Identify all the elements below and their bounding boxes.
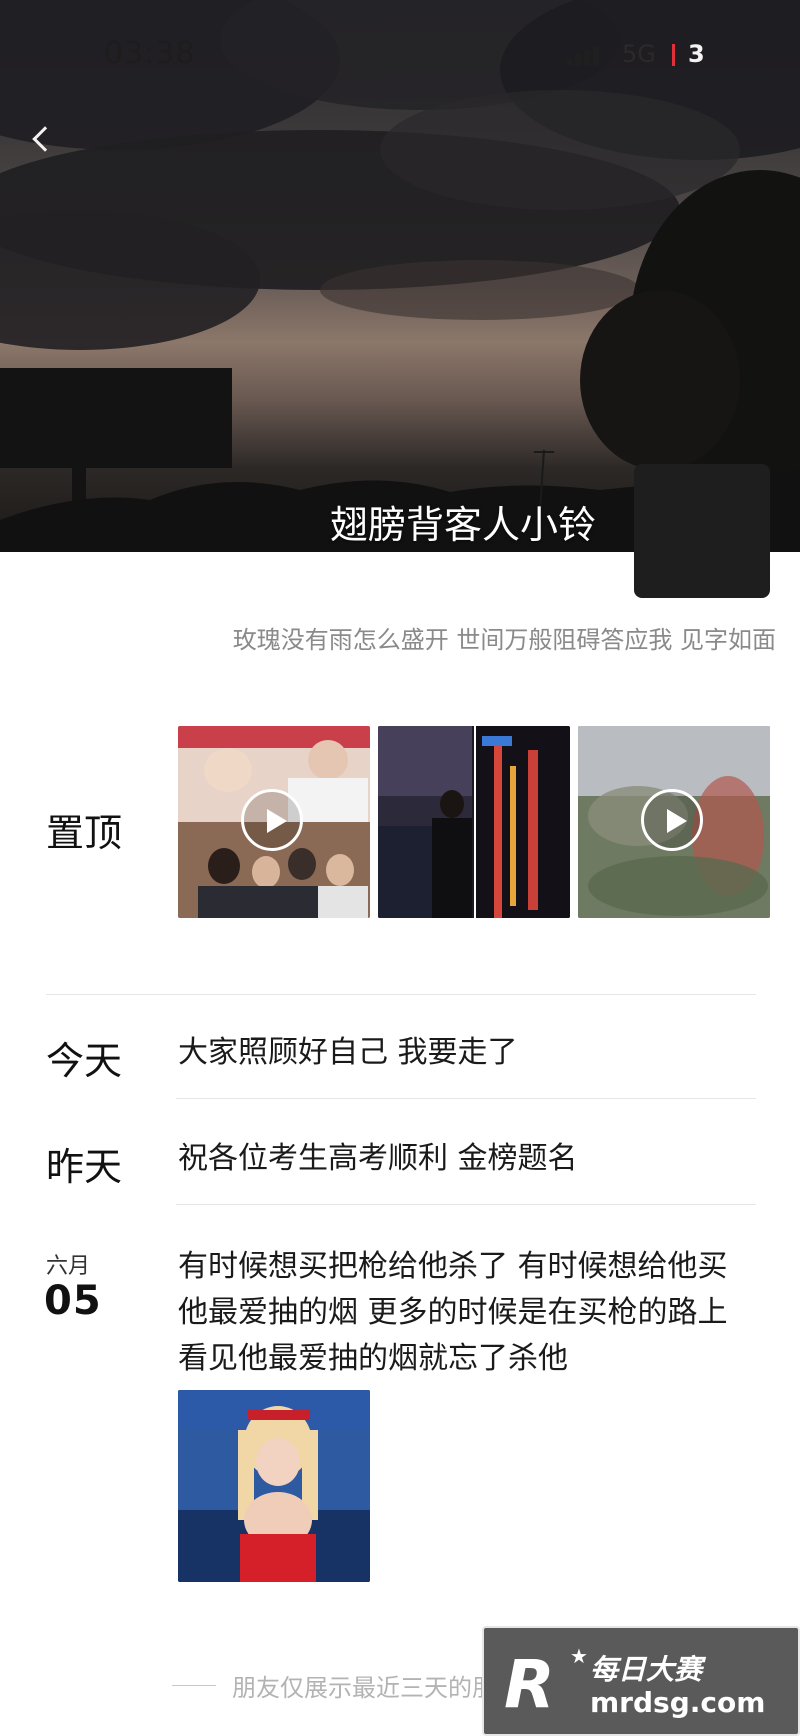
signal-bars-icon bbox=[566, 44, 602, 66]
battery-separator bbox=[672, 44, 675, 66]
post-photo bbox=[178, 1390, 370, 1582]
watermark-logo: R ★ 每日大赛 mrdsg.com bbox=[482, 1626, 800, 1736]
footer-line bbox=[172, 1685, 216, 1686]
star-icon: ★ bbox=[570, 1644, 588, 1668]
watermark-logo-letter: R bbox=[504, 1646, 555, 1723]
post-divider bbox=[176, 1204, 756, 1205]
watermark-title: 每日大赛 bbox=[590, 1653, 703, 1686]
pinned-label: 置顶 bbox=[46, 811, 123, 855]
post-month: 六月 bbox=[46, 1254, 91, 1279]
post-text-yesterday[interactable]: 祝各位考生高考顺利 金榜题名 bbox=[178, 1136, 578, 1182]
pinned-video-thumbnail-3[interactable] bbox=[578, 726, 770, 918]
post-day: 05 bbox=[44, 1278, 102, 1324]
chevron-left-icon bbox=[32, 126, 58, 152]
battery-level: 3 bbox=[688, 40, 705, 68]
avatar[interactable] bbox=[634, 464, 770, 598]
watermark-url: mrdsg.com bbox=[590, 1686, 766, 1719]
post-text-today[interactable]: 大家照顾好自己 我要走了 bbox=[178, 1030, 518, 1076]
section-divider bbox=[46, 994, 756, 995]
post-date-yesterday: 昨天 bbox=[46, 1145, 123, 1189]
pinned-photo-thumbnail-2[interactable] bbox=[378, 726, 570, 918]
profile-nickname: 翅膀背客人小铃 bbox=[329, 503, 596, 547]
status-time: 03:38 bbox=[104, 36, 196, 71]
post-date-today: 今天 bbox=[46, 1039, 123, 1083]
post-text-line: 有时候想买把枪给他杀了 有时候想给他买 bbox=[178, 1249, 728, 1284]
status-bar: 03:38 5G 3 bbox=[0, 0, 800, 110]
post-text-june-05[interactable]: 有时候想买把枪给他杀了 有时候想给他买 他最爱抽的烟 更多的时候是在买枪的路上 … bbox=[178, 1244, 728, 1382]
post-image-thumbnail[interactable] bbox=[178, 1390, 370, 1582]
post-divider bbox=[176, 1098, 756, 1099]
post-text-line: 看见他最爱抽的烟就忘了杀他 bbox=[178, 1341, 568, 1376]
play-icon bbox=[641, 789, 703, 851]
play-icon bbox=[241, 789, 303, 851]
network-type-label: 5G bbox=[622, 40, 656, 68]
post-text-line: 他最爱抽的烟 更多的时候是在买枪的路上 bbox=[178, 1295, 728, 1330]
pinned-video-thumbnail-1[interactable] bbox=[178, 726, 370, 918]
back-button[interactable] bbox=[22, 118, 62, 166]
profile-signature: 玫瑰没有雨怎么盛开 世间万般阻碍答应我 见字如面 bbox=[232, 626, 776, 654]
pinned-night-photos bbox=[378, 726, 570, 918]
